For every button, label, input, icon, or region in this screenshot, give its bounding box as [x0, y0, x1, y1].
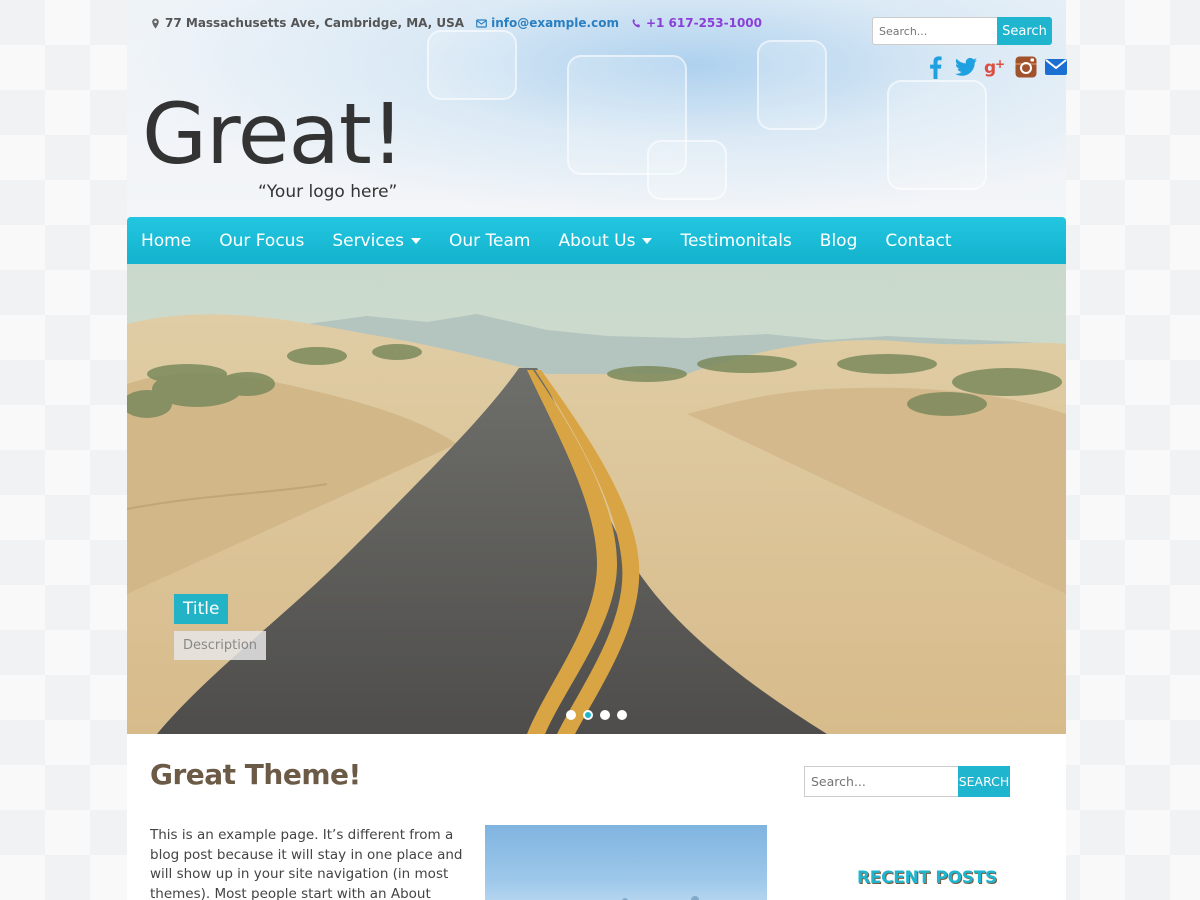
main-content: Great Theme! This is an example page. It… [127, 734, 1066, 900]
header-search: Search [872, 17, 1052, 45]
page-image [485, 825, 767, 900]
slider-dot-3[interactable] [600, 710, 610, 720]
nav-item-our-focus[interactable]: Our Focus [219, 231, 304, 251]
envelope-icon [476, 18, 487, 28]
address: 77 Massachusetts Ave, Cambridge, MA, USA [150, 16, 464, 30]
logo-title: Great! [142, 85, 405, 183]
sidebar-search-input[interactable] [804, 766, 958, 797]
logo-tagline: “Your logo here” [258, 182, 398, 202]
main-nav: Home Our Focus Services Our Team About U… [127, 217, 1066, 264]
contact-bar: 77 Massachusetts Ave, Cambridge, MA, USA… [150, 16, 762, 30]
email-link[interactable]: info@example.com [476, 16, 619, 30]
nav-item-home[interactable]: Home [141, 231, 191, 251]
twitter-icon[interactable] [953, 54, 979, 80]
phone-icon [632, 18, 641, 27]
phone-link[interactable]: +1 617-253-1000 [631, 16, 762, 30]
slider-dot-2[interactable] [583, 710, 593, 720]
page-title: Great Theme! [150, 758, 361, 791]
slider-dot-1[interactable] [566, 710, 576, 720]
email-text: info@example.com [491, 16, 619, 30]
nav-item-services[interactable]: Services [332, 231, 421, 251]
social-links: g + [923, 54, 1069, 80]
caret-down-icon [642, 237, 653, 244]
slide-title: Title [174, 594, 229, 624]
map-marker-icon [152, 17, 159, 29]
slide-image [127, 264, 1066, 734]
address-text: 77 Massachusetts Ave, Cambridge, MA, USA [165, 16, 465, 30]
nav-item-our-team[interactable]: Our Team [449, 231, 530, 251]
svg-text:+: + [995, 57, 1005, 71]
nav-item-blog[interactable]: Blog [820, 231, 858, 251]
facebook-icon[interactable] [923, 54, 949, 80]
slider-pagination [566, 710, 627, 720]
slider-dot-4[interactable] [617, 710, 627, 720]
header-search-button[interactable]: Search [997, 17, 1052, 45]
instagram-icon[interactable] [1013, 54, 1039, 80]
email-icon[interactable] [1043, 54, 1069, 80]
sidebar-search-button[interactable]: SEARCH [958, 766, 1010, 797]
site-logo[interactable]: Great! “Your logo here” [142, 85, 405, 202]
caret-down-icon [411, 237, 421, 244]
page-body-text: This is an example page. It’s different … [150, 827, 463, 900]
hero-slider[interactable]: Title Description [127, 264, 1066, 734]
nav-item-about-us[interactable]: About Us [558, 231, 653, 251]
phone-text: +1 617-253-1000 [645, 16, 762, 30]
google-plus-icon[interactable]: g + [983, 54, 1009, 80]
header-search-input[interactable] [872, 17, 997, 45]
nav-item-contact[interactable]: Contact [885, 231, 951, 251]
sidebar-search: SEARCH [804, 766, 1010, 797]
slide-description: Description [174, 631, 267, 660]
recent-posts-title: RECENT POSTS [857, 868, 997, 888]
nav-item-testimonitals[interactable]: Testimonitals [680, 231, 791, 251]
